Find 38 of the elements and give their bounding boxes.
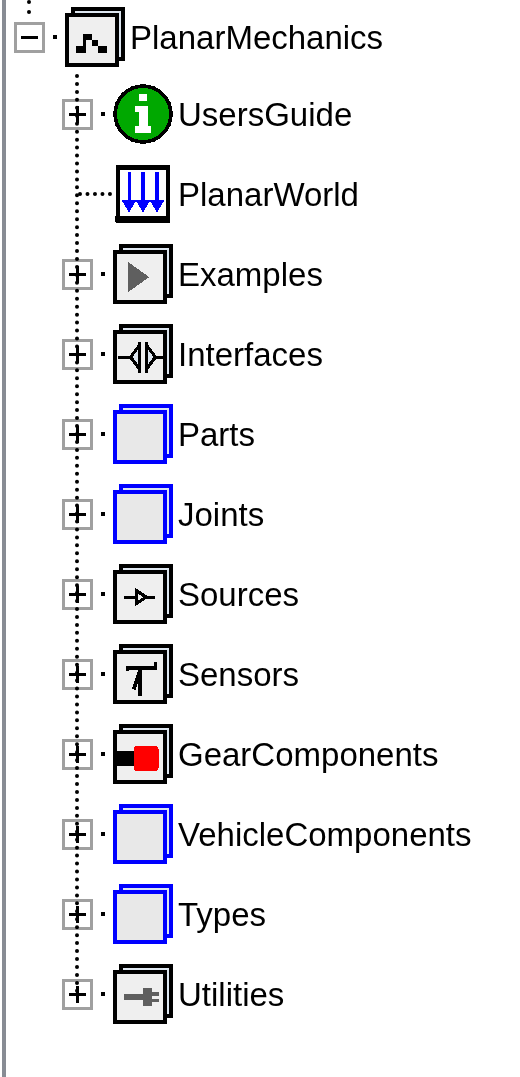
tree-item-label[interactable]: UsersGuide bbox=[178, 97, 353, 131]
expand-button[interactable] bbox=[62, 978, 93, 1010]
package-icon bbox=[112, 403, 174, 465]
wrench-icon bbox=[112, 963, 174, 1025]
collapse-button[interactable] bbox=[14, 21, 45, 53]
expand-button[interactable] bbox=[62, 578, 93, 610]
tree-item-label[interactable]: Parts bbox=[178, 417, 256, 451]
tree-item-label[interactable]: GearComponents bbox=[178, 737, 439, 771]
expand-button[interactable] bbox=[62, 498, 93, 530]
expand-button[interactable] bbox=[62, 418, 93, 450]
tree-item-label[interactable]: Utilities bbox=[178, 977, 285, 1011]
play-icon bbox=[112, 243, 174, 305]
package-icon bbox=[112, 483, 174, 545]
minus-icon bbox=[21, 35, 38, 39]
expand-button[interactable] bbox=[62, 738, 93, 770]
tree-item-label[interactable]: Types bbox=[178, 897, 267, 931]
tree-item-label[interactable]: Sensors bbox=[178, 657, 300, 691]
expand-button[interactable] bbox=[62, 338, 93, 370]
tree-item-label[interactable]: Joints bbox=[178, 497, 265, 531]
info-icon bbox=[112, 83, 174, 145]
flange-icon bbox=[112, 723, 174, 785]
source-icon bbox=[112, 563, 174, 625]
connector-icon bbox=[112, 323, 174, 385]
tree-item-label[interactable]: Sources bbox=[178, 577, 300, 611]
expand-button[interactable] bbox=[62, 98, 93, 130]
package-icon bbox=[112, 883, 174, 945]
sensor-icon bbox=[112, 643, 174, 705]
package-icon bbox=[112, 803, 174, 865]
tree-item-label[interactable]: PlanarWorld bbox=[178, 177, 359, 211]
expand-button[interactable] bbox=[62, 658, 93, 690]
expand-button[interactable] bbox=[62, 818, 93, 850]
library-icon bbox=[64, 6, 126, 68]
tree-item-label[interactable]: Interfaces bbox=[178, 337, 323, 371]
tree-item-label[interactable]: VehicleComponents bbox=[178, 817, 472, 851]
tree-item-label[interactable]: Examples bbox=[178, 257, 323, 291]
tree-item-label[interactable]: PlanarMechanics bbox=[130, 20, 384, 54]
expand-button[interactable] bbox=[62, 258, 93, 290]
expand-button[interactable] bbox=[62, 898, 93, 930]
